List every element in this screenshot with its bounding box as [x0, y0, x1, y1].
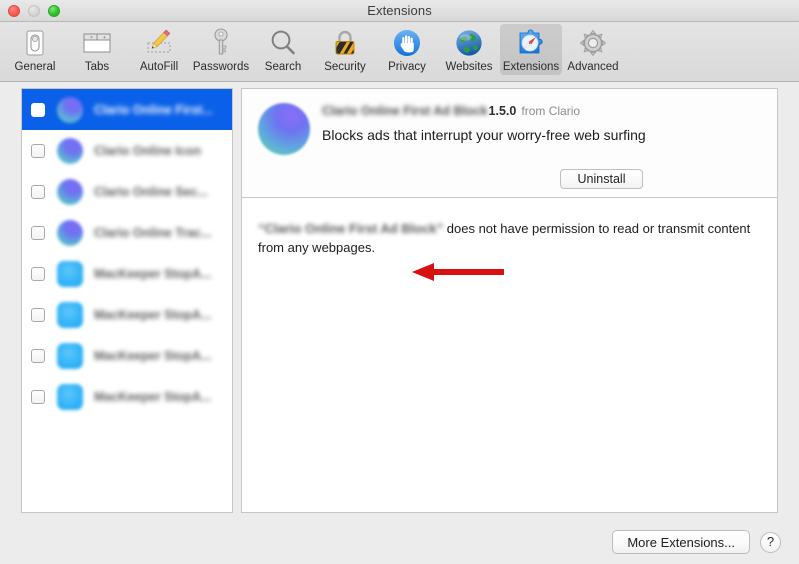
toolbar-item-extensions[interactable]: Extensions [500, 24, 562, 75]
tabs-window-icon: × + [81, 27, 113, 59]
extension-name-label: MacKeeper StopA... [94, 389, 212, 404]
extension-name-label: MacKeeper StopA... [94, 307, 212, 322]
list-item[interactable]: MacKeeper StopA... [22, 253, 232, 294]
toolbar-item-security[interactable]: Security [314, 24, 376, 75]
preferences-content: Clario Online First... Clario Online Ico… [0, 82, 799, 564]
extension-icon [57, 260, 83, 287]
extension-icon [57, 342, 83, 369]
extension-enable-checkbox[interactable] [31, 389, 45, 404]
toolbar-label-autofill: AutoFill [139, 61, 179, 73]
more-extensions-button[interactable]: More Extensions... [612, 530, 750, 554]
safari-preferences-window: Extensions General × + Tabs AutoFill Pas… [0, 0, 799, 564]
extensions-list[interactable]: Clario Online First... Clario Online Ico… [21, 88, 233, 513]
uninstall-button[interactable]: Uninstall [560, 169, 643, 189]
list-item[interactable]: MacKeeper StopA... [22, 294, 232, 335]
security-lock-icon [329, 27, 361, 59]
advanced-gear-icon [577, 27, 609, 59]
extensions-puzzle-icon [515, 27, 547, 59]
extension-icon [57, 96, 83, 123]
extension-enable-checkbox[interactable] [31, 102, 45, 117]
toolbar-item-tabs[interactable]: × + Tabs [66, 24, 128, 75]
extension-vendor: from Clario [521, 104, 581, 118]
extension-detail-panel: Clario Online First Ad Block 1.5.0 from … [241, 88, 778, 513]
extension-enable-checkbox[interactable] [31, 143, 45, 158]
extension-icon [57, 219, 83, 246]
list-item[interactable]: Clario Online Sec... [22, 171, 232, 212]
extension-name-label: Clario Online Icon [94, 143, 201, 158]
extension-enable-checkbox[interactable] [31, 266, 45, 281]
toolbar-label-tabs: Tabs [84, 61, 110, 73]
toolbar-item-privacy[interactable]: Privacy [376, 24, 438, 75]
extension-large-icon [258, 103, 310, 155]
toolbar-item-general[interactable]: General [4, 24, 66, 75]
autofill-pencil-icon [143, 27, 175, 59]
extension-icon [57, 137, 83, 164]
list-item[interactable]: Clario Online First... [22, 89, 232, 130]
permission-extension-name: “Clario Online First Ad Block” [258, 221, 444, 236]
toolbar-item-autofill[interactable]: AutoFill [128, 24, 190, 75]
extension-name-label: Clario Online Trac... [94, 225, 212, 240]
passwords-key-icon [205, 27, 237, 59]
extension-enable-checkbox[interactable] [31, 184, 45, 199]
extension-enable-checkbox[interactable] [31, 348, 45, 363]
window-title: Extensions [367, 3, 432, 18]
extension-icon [57, 383, 83, 410]
toolbar-label-extensions: Extensions [502, 61, 560, 73]
extension-icon [57, 178, 83, 205]
list-item[interactable]: Clario Online Icon [22, 130, 232, 171]
extension-icon [57, 301, 83, 328]
toolbar-item-passwords[interactable]: Passwords [190, 24, 252, 75]
search-magnifier-icon [267, 27, 299, 59]
toolbar-item-search[interactable]: Search [252, 24, 314, 75]
list-item[interactable]: MacKeeper StopA... [22, 376, 232, 417]
extension-name-label: MacKeeper StopA... [94, 266, 212, 281]
toolbar-label-search: Search [264, 61, 302, 73]
toolbar-label-privacy: Privacy [388, 61, 426, 73]
extension-name-label: MacKeeper StopA... [94, 348, 212, 363]
footer-bar: More Extensions... ? [612, 530, 781, 554]
general-toggle-icon [19, 27, 51, 59]
toolbar-label-security: Security [324, 61, 366, 73]
extension-name-label: Clario Online First... [94, 102, 213, 117]
help-button[interactable]: ? [760, 531, 781, 553]
list-item[interactable]: MacKeeper StopA... [22, 335, 232, 376]
extension-enable-checkbox[interactable] [31, 225, 45, 240]
privacy-hand-icon [391, 27, 423, 59]
toolbar-label-general: General [14, 61, 56, 73]
toolbar-label-advanced: Advanced [567, 61, 619, 73]
toolbar-label-websites: Websites [445, 61, 493, 73]
svg-text:+: + [103, 35, 106, 41]
extension-title: Clario Online First Ad Block [322, 104, 488, 118]
websites-globe-icon [453, 27, 485, 59]
toolbar-item-websites[interactable]: Websites [438, 24, 500, 75]
extension-title-row: Clario Online First Ad Block 1.5.0 from … [322, 104, 580, 118]
extension-description: Blocks ads that interrupt your worry-fre… [322, 127, 646, 143]
list-item[interactable]: Clario Online Trac... [22, 212, 232, 253]
extension-permission-section: “Clario Online First Ad Block” does not … [241, 198, 778, 513]
extension-summary-section: Clario Online First Ad Block 1.5.0 from … [241, 88, 778, 198]
toolbar-item-advanced[interactable]: Advanced [562, 24, 624, 75]
permission-message: “Clario Online First Ad Block” does not … [258, 219, 761, 257]
preferences-toolbar: General × + Tabs AutoFill Passwords Sear… [0, 22, 799, 82]
extension-name-label: Clario Online Sec... [94, 184, 208, 199]
svg-text:×: × [90, 35, 93, 41]
window-titlebar: Extensions [0, 0, 799, 22]
extension-version: 1.5.0 [488, 104, 517, 118]
toolbar-label-passwords: Passwords [192, 61, 250, 73]
extension-enable-checkbox[interactable] [31, 307, 45, 322]
